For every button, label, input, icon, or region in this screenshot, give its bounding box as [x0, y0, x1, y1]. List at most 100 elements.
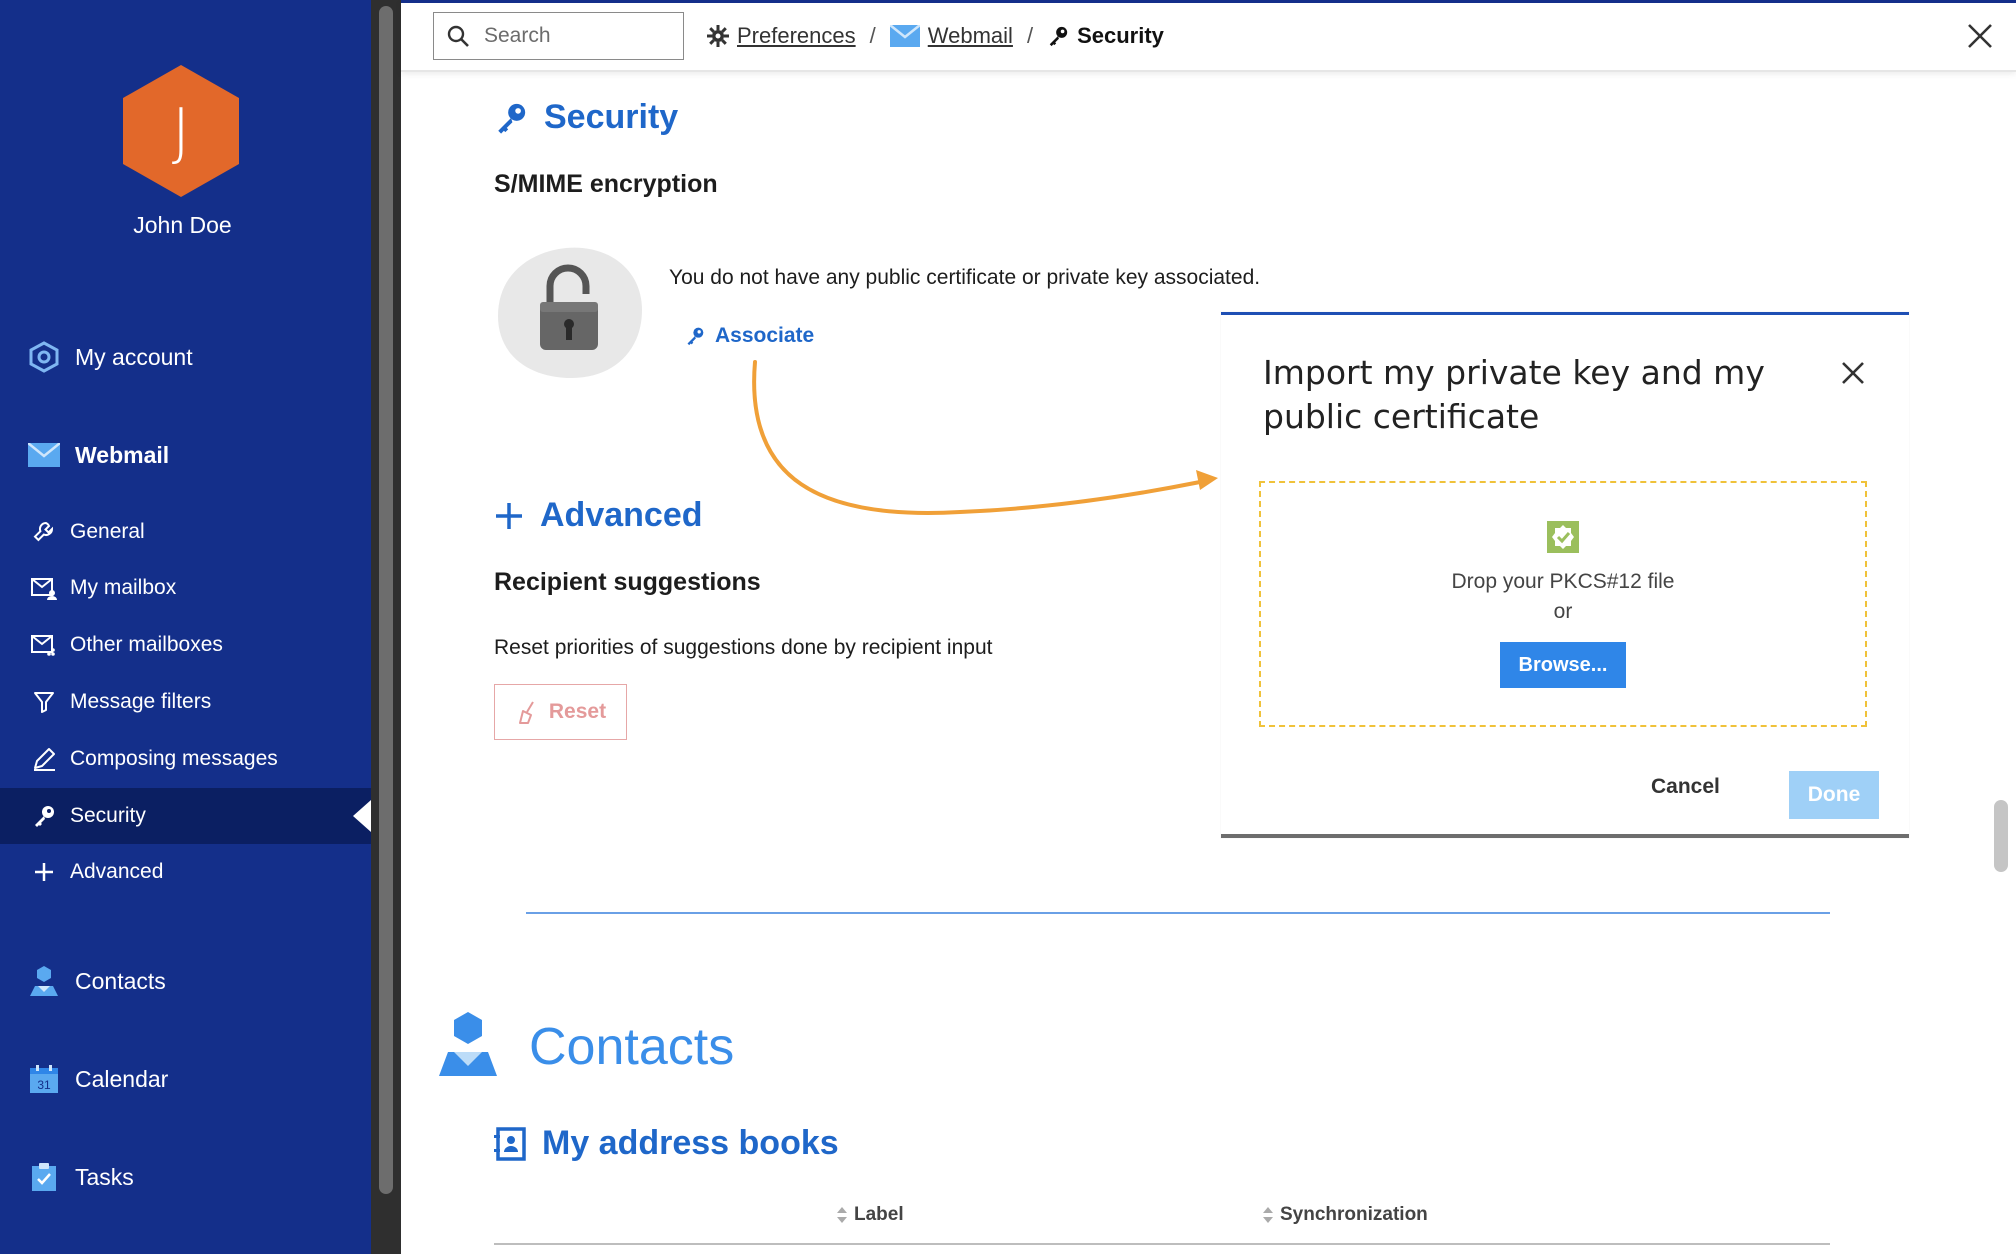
breadcrumb-security: Security: [1047, 23, 1164, 49]
smime-title: S/MIME encryption: [494, 170, 718, 198]
user-name: John Doe: [133, 212, 232, 238]
sidebar-item-message-filters[interactable]: Message filters: [0, 674, 371, 730]
plus-icon: [494, 501, 524, 531]
sidebar-item-label: My account: [75, 343, 193, 370]
account-hexagon-icon: [27, 340, 61, 374]
file-dropzone[interactable]: Drop your PKCS#12 file or Browse...: [1259, 481, 1867, 727]
table-header-rule: [494, 1243, 1830, 1245]
breadcrumb-preferences[interactable]: Preferences: [707, 23, 856, 49]
reset-button[interactable]: Reset: [494, 684, 627, 740]
address-books-title: My address books: [494, 1124, 839, 1163]
contacts-title-text: Contacts: [529, 1017, 735, 1076]
contact-icon: [437, 1010, 499, 1083]
topbar-accent-line: [401, 0, 2016, 3]
key-icon: [494, 101, 528, 135]
active-indicator: [353, 800, 371, 832]
reset-description: Reset priorities of suggestions done by …: [494, 636, 993, 659]
breadcrumb-label: Webmail: [927, 23, 1013, 48]
security-section-title: Security: [494, 98, 678, 137]
close-icon[interactable]: [1964, 20, 1996, 52]
associate-label: Associate: [715, 324, 815, 347]
sidebar-item-label: My mailbox: [70, 576, 177, 599]
mail-icon: [889, 25, 920, 47]
advanced-section-title: Advanced: [494, 496, 703, 535]
sort-icon: [1262, 1206, 1274, 1224]
section-divider: [526, 912, 1830, 914]
column-header-synchronization[interactable]: Synchronization: [1262, 1204, 1428, 1226]
certificate-badge-icon: [1547, 521, 1579, 558]
sidebar-item-contacts[interactable]: Contacts: [0, 953, 371, 1009]
address-book-icon: [494, 1126, 526, 1161]
security-title-text: Security: [544, 98, 679, 136]
sidebar-item-security[interactable]: Security: [0, 788, 371, 844]
mailbox-user-icon: [30, 574, 58, 602]
breadcrumb-label: Preferences: [737, 23, 856, 48]
sidebar-item-advanced[interactable]: Advanced: [0, 844, 371, 900]
reset-label: Reset: [548, 700, 607, 723]
sidebar-item-label: Contacts: [75, 967, 166, 994]
avatar[interactable]: J: [123, 65, 239, 197]
no-certificate-text: You do not have any public certificate o…: [669, 266, 1261, 289]
sidebar-item-calendar[interactable]: 31 Calendar: [0, 1051, 371, 1107]
gear-icon: [707, 25, 729, 47]
sort-icon: [836, 1206, 848, 1224]
column-header-label[interactable]: Label: [836, 1204, 904, 1226]
search-input[interactable]: [484, 24, 674, 48]
plus-icon: [30, 858, 58, 886]
mail-icon: [27, 438, 61, 472]
pencil-icon: [30, 745, 58, 773]
cancel-button[interactable]: Cancel: [1651, 775, 1720, 799]
filter-icon: [30, 688, 58, 716]
unlocked-padlock-icon: [496, 244, 644, 380]
done-button[interactable]: Done: [1789, 771, 1879, 819]
sidebar-item-label: Other mailboxes: [70, 633, 223, 656]
contacts-section-title: Contacts: [437, 1010, 734, 1083]
topbar: Preferences / Webmail / Security: [401, 0, 2016, 72]
sidebar-item-label: Security: [70, 804, 146, 827]
calendar-icon: 31: [27, 1062, 61, 1096]
breadcrumb-label: Security: [1077, 23, 1164, 48]
sidebar-item-tasks[interactable]: Tasks: [0, 1149, 371, 1205]
sidebar-item-general[interactable]: General: [0, 504, 371, 560]
sidebar-item-label: Message filters: [70, 690, 212, 713]
sidebar-item-label: Calendar: [75, 1065, 169, 1092]
contact-icon: [27, 964, 61, 998]
search-icon: [446, 24, 470, 48]
content-scrollbar-thumb[interactable]: [1994, 800, 2008, 872]
sidebar-item-label: Tasks: [75, 1163, 134, 1190]
drop-or-text: or: [1553, 600, 1573, 623]
key-icon: [685, 326, 705, 346]
mailboxes-icon: [30, 631, 58, 659]
close-icon[interactable]: [1839, 359, 1867, 387]
sidebar-item-my-account[interactable]: My account: [0, 329, 371, 385]
dialog-title: Import my private key and my public cert…: [1263, 353, 1765, 436]
sidebar-item-label: Advanced: [70, 860, 164, 883]
wrench-icon: [30, 518, 58, 546]
column-header-text: Synchronization: [1280, 1204, 1428, 1225]
key-icon: [1047, 25, 1069, 47]
address-books-title-text: My address books: [542, 1124, 839, 1162]
sidebar-item-label: Webmail: [75, 441, 170, 468]
associate-link[interactable]: Associate: [685, 324, 814, 348]
sidebar-item-webmail[interactable]: Webmail: [0, 427, 371, 483]
sidebar-item-my-mailbox[interactable]: My mailbox: [0, 560, 371, 616]
key-icon: [30, 802, 58, 830]
sidebar-scrollbar-thumb[interactable]: [379, 6, 393, 1194]
browse-button[interactable]: Browse...: [1500, 642, 1626, 688]
sidebar: J John Doe My account Webmail General My…: [0, 0, 371, 1254]
breadcrumb: Preferences / Webmail / Security: [707, 18, 1164, 54]
sidebar-item-other-mailboxes[interactable]: Other mailboxes: [0, 617, 371, 673]
breadcrumb-webmail[interactable]: Webmail: [889, 23, 1013, 49]
column-header-text: Label: [854, 1204, 904, 1225]
advanced-title-text: Advanced: [540, 496, 703, 534]
breadcrumb-separator: /: [1026, 23, 1034, 48]
search-box[interactable]: [433, 12, 684, 60]
drop-instruction: Drop your PKCS#12 file: [1451, 570, 1675, 593]
breadcrumb-separator: /: [869, 23, 876, 48]
tasks-icon: [27, 1160, 61, 1194]
sidebar-item-label: Composing messages: [70, 747, 278, 770]
broom-icon: [515, 700, 539, 724]
sidebar-item-label: General: [70, 520, 145, 543]
sidebar-item-composing-messages[interactable]: Composing messages: [0, 731, 371, 787]
import-certificate-dialog: Import my private key and my public cert…: [1221, 312, 1909, 838]
